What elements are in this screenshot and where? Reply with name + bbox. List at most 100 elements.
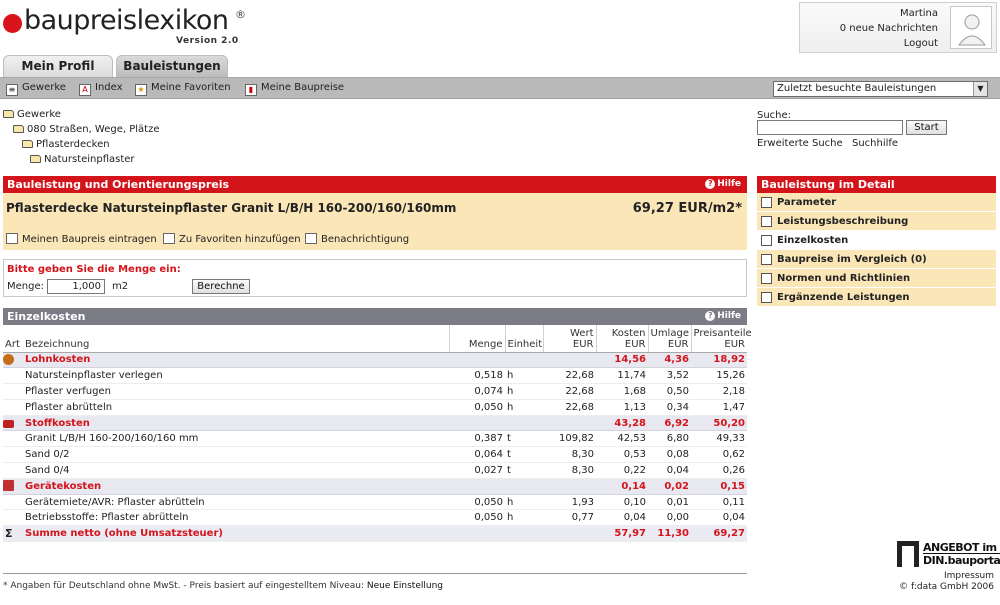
chevron-down-icon[interactable]: ▼ (973, 82, 987, 96)
col-wert-label: Wert (570, 327, 594, 339)
toolbar-baupreise[interactable]: ▮ Meine Baupreise (245, 82, 344, 96)
advanced-search-link[interactable]: Erweiterte Suche (757, 138, 843, 149)
cell-preisanteile: 69,27 (691, 525, 747, 543)
menge-input[interactable]: 1,000 (47, 279, 105, 294)
logout-link[interactable]: Logout (904, 38, 938, 49)
cell-kosten: 0,53 (596, 446, 648, 464)
meinen-baupreis-eintragen-link[interactable]: Meinen Baupreis eintragen (6, 233, 157, 245)
recent-bauleistungen-select[interactable]: Zuletzt besuchte Bauleistungen ▼ (773, 81, 988, 97)
table-row: Natursteinpflaster verlegen 0,518 h 22,68 11… (3, 367, 747, 385)
cell-bezeichnung: Betriebsstoffe: Pflaster abrütteln (23, 509, 449, 527)
user-box: Martina 0 neue Nachrichten Logout (799, 2, 997, 53)
cell-umlage: 0,01 (648, 494, 691, 511)
breadcrumb-pflasterdecken[interactable]: Pflasterdecken (22, 139, 110, 150)
table-row: Sand 0/2 0,064 t 8,30 0,53 0,08 0,62 (3, 446, 747, 464)
category-row: Lohnkosten 14,56 4,36 18,92 (3, 352, 747, 369)
benachrichtigung-link[interactable]: Benachrichtigung (305, 233, 409, 245)
berechne-button[interactable]: Berechne (192, 279, 250, 294)
parameter-icon (761, 197, 772, 208)
cell-umlage: 0,02 (648, 478, 691, 495)
detail-item-einzelkosten[interactable]: Einzelkosten (757, 231, 996, 250)
cell-menge: 0,064 (449, 446, 505, 464)
help-label: Hilfe (717, 179, 741, 189)
toolbar-gewerke[interactable]: ≡ Gewerke (6, 82, 66, 96)
cell-wert (543, 525, 596, 543)
tab-mein-profil[interactable]: Mein Profil (3, 55, 113, 77)
detail-item-leistungsbeschreibung[interactable]: Leistungsbeschreibung (757, 212, 996, 231)
col-menge: Menge (449, 325, 506, 353)
einzelkosten-header: Einzelkosten ? Hilfe (3, 308, 747, 325)
toolbar-index[interactable]: A Index (79, 82, 123, 96)
cell-preisanteile: 0,04 (691, 509, 747, 527)
search-input[interactable] (757, 120, 903, 135)
copyright: © f:data GmbH 2006 (899, 582, 994, 592)
detail-item-label: Parameter (777, 197, 837, 208)
messages-link[interactable]: 0 neue Nachrichten (840, 23, 938, 34)
cell-art (3, 446, 23, 464)
col-unit-label: EUR (724, 338, 745, 350)
col-einheit: Einheit (505, 325, 544, 353)
cell-bezeichnung: Granit L/B/H 160-200/160/160 mm (23, 430, 449, 448)
cell-umlage: 4,36 (648, 352, 691, 369)
zu-favoriten-link[interactable]: Zu Favoriten hinzufügen (163, 233, 301, 245)
cell-preisanteile: 0,11 (691, 494, 747, 511)
cell-wert: 22,68 (543, 399, 596, 416)
action-label: Meinen Baupreis eintragen (22, 234, 157, 245)
cell-einheit: t (505, 462, 543, 479)
breadcrumb-natursteinpflaster[interactable]: Natursteinpflaster (30, 154, 135, 165)
bauleistung-help-link[interactable]: ? Hilfe (705, 176, 741, 193)
cell-wert (543, 415, 596, 432)
cell-menge (449, 525, 505, 543)
category-row: Stoffkosten 43,28 6,92 50,20 (3, 415, 747, 432)
cell-menge (449, 478, 505, 495)
table-row: Pflaster verfugen 0,074 h 22,68 1,68 0,50 2,18 (3, 383, 747, 400)
cell-umlage: 0,08 (648, 446, 691, 464)
detail-item-parameter[interactable]: Parameter (757, 193, 996, 212)
breadcrumb-gewerke[interactable]: Gewerke (3, 109, 61, 120)
cell-preisanteile: 0,62 (691, 446, 747, 464)
cell-wert: 0,77 (543, 509, 596, 527)
col-wert: Wert EUR (543, 325, 597, 353)
cell-einheit: h (505, 399, 543, 416)
einzelkosten-help-link[interactable]: ? Hilfe (705, 308, 741, 325)
cell-art: Σ (3, 525, 23, 543)
cell-umlage: 6,92 (648, 415, 691, 432)
avatar[interactable] (950, 6, 992, 49)
detail-item-baupreise-vergleich[interactable]: Baupreise im Vergleich (0) (757, 250, 996, 269)
logo[interactable]: baupreislexikon (24, 5, 229, 36)
col-kosten-label: Kosten (611, 327, 646, 339)
cell-art (3, 462, 23, 479)
detail-item-ergaenzende[interactable]: Ergänzende Leistungen (757, 288, 996, 307)
tab-bauleistungen[interactable]: Bauleistungen (116, 55, 228, 77)
cell-umlage: 3,52 (648, 367, 691, 385)
col-umlage-label: Umlage (650, 327, 689, 339)
breadcrumb-strassen[interactable]: 080 Straßen, Wege, Plätze (13, 124, 160, 135)
menge-title: Bitte geben Sie die Menge ein: (7, 264, 181, 275)
search-help-link[interactable]: Suchhilfe (852, 138, 898, 149)
cell-einheit: h (505, 367, 543, 385)
cell-bezeichnung: Sand 0/4 (23, 462, 449, 479)
cell-umlage: 0,04 (648, 462, 691, 479)
cell-einheit: t (505, 430, 543, 448)
cell-menge: 0,050 (449, 509, 505, 527)
detail-item-normen[interactable]: Normen und Richtlinien (757, 269, 996, 288)
detail-item-label: Baupreise im Vergleich (0) (777, 254, 927, 265)
calculator-icon (761, 235, 772, 246)
folder-open-icon (30, 155, 41, 163)
cell-kosten: 0,04 (596, 509, 648, 527)
cell-bezeichnung: Gerätekosten (23, 478, 449, 495)
toolbar-gewerke-label: Gewerke (22, 82, 66, 93)
footer-divider (3, 573, 747, 574)
toolbar-favoriten[interactable]: ★ Meine Favoriten (135, 82, 231, 96)
impressum-link[interactable]: Impressum (944, 571, 994, 581)
cell-kosten: 14,56 (596, 352, 648, 369)
cell-bezeichnung: Summe netto (ohne Umsatzsteuer) (23, 525, 449, 543)
col-unit-label: EUR (572, 338, 594, 350)
neue-einstellung-link[interactable]: Neue Einstellung (367, 581, 443, 591)
toolbar-favoriten-label: Meine Favoriten (151, 82, 231, 93)
col-preisanteile: Preisanteile EUR (691, 325, 752, 353)
din-bauportal-logo[interactable]: ANGEBOT im DIN.bauportal (897, 541, 1000, 569)
cell-preisanteile: 1,47 (691, 399, 747, 416)
search-start-button[interactable]: Start (906, 120, 947, 135)
col-preisanteile-label: Preisanteile (693, 327, 752, 339)
